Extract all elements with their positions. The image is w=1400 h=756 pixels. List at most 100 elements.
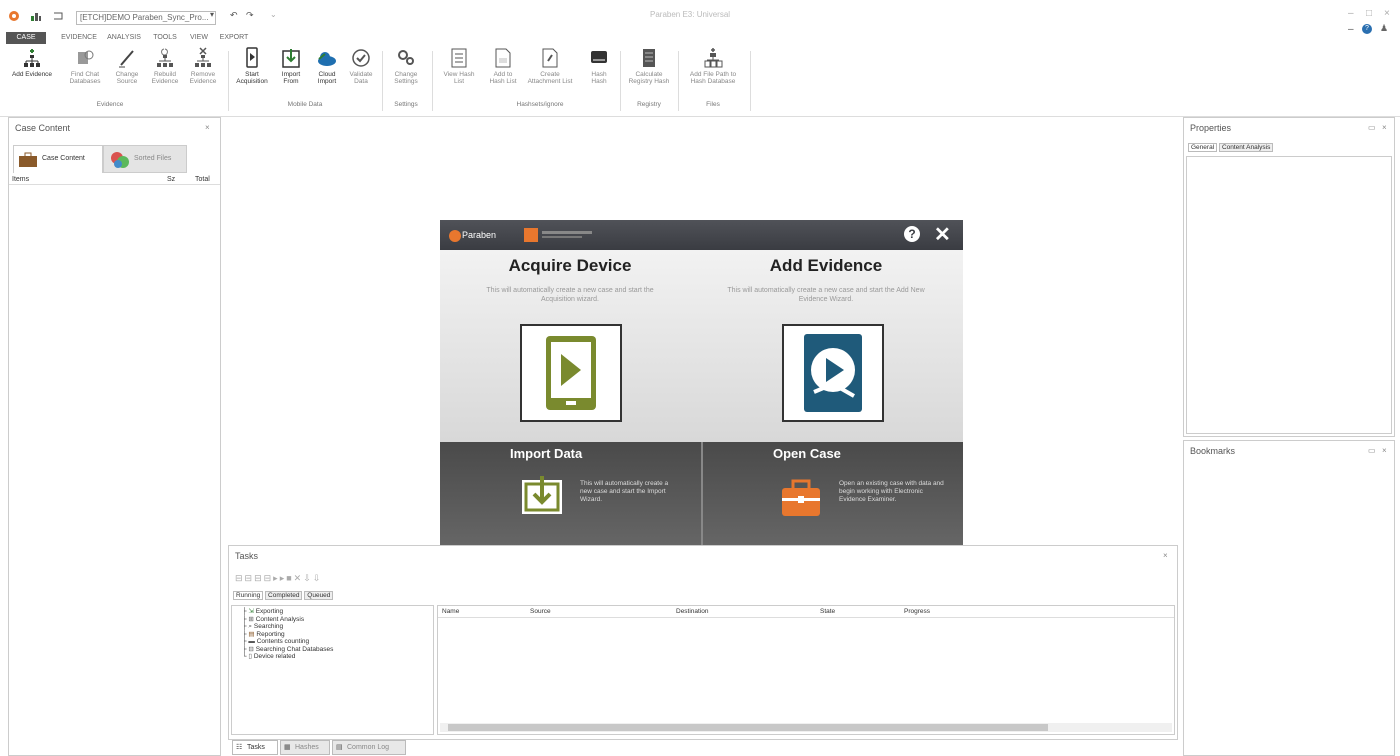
drive-icon — [591, 51, 607, 63]
acquire-device-title[interactable]: Acquire Device — [470, 256, 670, 276]
tree-item-searching-chat[interactable]: ├ ⊟ Searching Chat Databases — [242, 646, 433, 654]
tab-evidence[interactable]: EVIDENCE — [60, 32, 98, 44]
add-evidence-button[interactable]: Add Evidence — [6, 47, 58, 78]
cloud-icon — [318, 52, 336, 66]
subtab-completed[interactable]: Completed — [265, 591, 303, 600]
toolbar-pause-all-icon[interactable]: ⊟⊟⊟⊟ — [235, 573, 273, 583]
scrollbar-thumb[interactable] — [448, 724, 1048, 731]
bookmarks-close-icon[interactable]: × — [1382, 446, 1387, 455]
column-size[interactable]: Sz — [167, 176, 175, 183]
change-source-label: Change Source — [115, 71, 139, 85]
list-icon — [451, 48, 467, 68]
column-items[interactable]: Items — [12, 176, 29, 183]
tab-view[interactable]: VIEW — [186, 32, 212, 44]
tasks-table: Name Source Destination State Progress — [437, 605, 1175, 735]
minimize-button[interactable]: – — [1348, 8, 1354, 19]
cloud-import-label: Cloud Import — [317, 71, 337, 85]
import-from-button[interactable]: Import From — [276, 47, 306, 85]
dialog-header: Paraben ? ✕ — [440, 220, 963, 250]
calculate-registry-hash-button[interactable]: Calculate Registry Hash — [626, 47, 672, 85]
dropdown-arrow-icon[interactable]: ▾ — [210, 10, 222, 22]
remove-evidence-button[interactable]: Remove Evidence — [186, 47, 220, 85]
column-name[interactable]: Name — [442, 606, 459, 618]
group-label-hashsets: Hashsets/ignore — [516, 101, 564, 108]
toolbar-move-icon[interactable]: ⇩⇩ — [303, 573, 322, 583]
bookmarks-title: Bookmarks — [1190, 446, 1236, 456]
import-data-button[interactable]: Import Data This will automatically crea… — [440, 442, 701, 547]
forward-icon[interactable]: ↷ — [246, 10, 258, 22]
tab-sorted-files[interactable]: Sorted Files — [103, 145, 187, 173]
back-icon[interactable]: ↶ — [230, 10, 242, 22]
bottom-tab-common-log[interactable]: ▤ Common Log — [332, 740, 406, 755]
tree-item-content-analysis[interactable]: ├ ⊞ Content Analysis — [242, 616, 433, 624]
tree-item-device-related[interactable]: └ ▯ Device related — [242, 653, 433, 661]
start-acquisition-button[interactable]: Start Acquisition — [234, 47, 270, 85]
tab-general[interactable]: General — [1188, 143, 1218, 152]
validate-data-button[interactable]: Validate Data — [346, 47, 376, 85]
acquire-device-button[interactable] — [520, 324, 622, 422]
tab-tools[interactable]: TOOLS — [148, 32, 182, 44]
toolbar-stop-icon[interactable]: ■✕ — [286, 573, 303, 583]
dialog-bottom-area: Import Data This will automatically crea… — [440, 442, 963, 547]
case-selector[interactable]: [ETCH]DEMO Paraben_Sync_Pro... — [76, 11, 216, 25]
add-to-hash-list-button[interactable]: Add to Hash List — [486, 47, 520, 85]
add-evidence-dialog-button[interactable] — [782, 324, 884, 422]
dialog-close-icon[interactable]: ✕ — [934, 222, 951, 247]
export-icon: ⇲ — [248, 608, 254, 615]
undo-quick-icon[interactable] — [52, 10, 64, 22]
tree-item-contents-counting[interactable]: ├ ▬ Contents counting — [242, 638, 433, 646]
tasks-tab-icon: ☷ — [236, 744, 243, 751]
customize-quick-access-icon[interactable]: ⌄ — [270, 10, 282, 22]
tab-case-content[interactable]: Case Content — [13, 145, 103, 173]
bottom-tab-tasks[interactable]: ☷ Tasks — [232, 740, 278, 755]
add-file-path-label: Add File Path to Hash Database — [689, 71, 737, 85]
hashes-tab-icon: ▦ — [284, 744, 291, 751]
column-state[interactable]: State — [820, 606, 835, 618]
subtab-running[interactable]: Running — [233, 591, 264, 600]
open-case-title: Open Case — [773, 446, 841, 461]
rebuild-evidence-button[interactable]: Rebuild Evidence — [148, 47, 182, 85]
hash-hash-button[interactable]: Hash Hash — [584, 47, 614, 85]
ribbon-separator — [678, 51, 679, 111]
add-evidence-title[interactable]: Add Evidence — [726, 256, 926, 276]
view-hash-list-button[interactable]: View Hash List — [440, 47, 478, 85]
properties-pin-icon[interactable]: ▭ — [1368, 123, 1376, 132]
tab-sorted-files-label: Sorted Files — [134, 155, 172, 162]
tree-item-reporting[interactable]: ├ ▤ Reporting — [242, 631, 433, 639]
tab-export[interactable]: EXPORT — [216, 32, 252, 44]
attachment-icon — [542, 48, 558, 68]
bottom-tab-hashes[interactable]: ▦ Hashes — [280, 740, 330, 755]
open-case-button[interactable]: Open Case Open an existing case with dat… — [703, 442, 963, 547]
column-progress[interactable]: Progress — [904, 606, 930, 618]
maximize-button[interactable]: □ — [1366, 8, 1372, 19]
bookmarks-pin-icon[interactable]: ▭ — [1368, 446, 1376, 455]
column-destination[interactable]: Destination — [676, 606, 709, 618]
bottom-tabs: ☷ Tasks ▦ Hashes ▤ Common Log — [228, 740, 1178, 756]
add-to-hash-list-label: Add to Hash List — [489, 71, 517, 85]
horizontal-scrollbar[interactable] — [440, 723, 1172, 732]
subtab-queued[interactable]: Queued — [304, 591, 334, 600]
remove-evidence-label: Remove Evidence — [189, 71, 217, 85]
change-settings-button[interactable]: Change Settings — [388, 47, 424, 85]
add-file-path-button[interactable]: Add File Path to Hash Database — [684, 47, 742, 85]
add-evidence-quick-icon[interactable] — [30, 10, 42, 22]
close-button[interactable]: × — [1384, 8, 1390, 19]
column-source[interactable]: Source — [530, 606, 551, 618]
tree-item-exporting[interactable]: ├ ⇲ Exporting — [242, 608, 433, 616]
change-source-button[interactable]: Change Source — [110, 47, 144, 85]
tree-item-searching[interactable]: ├ ⌕ Searching — [242, 623, 433, 631]
toolbar-play-icon[interactable]: ▸▸ — [273, 573, 286, 583]
help-circle-icon[interactable]: ? — [904, 226, 920, 242]
tab-case[interactable]: CASE — [6, 32, 46, 44]
tasks-close-icon[interactable]: × — [1163, 551, 1168, 560]
cloud-import-button[interactable]: Cloud Import — [312, 47, 342, 85]
panel-close-icon[interactable]: × — [205, 123, 210, 132]
create-attachment-list-button[interactable]: Create Attachment List — [524, 47, 576, 85]
tab-analysis[interactable]: ANALYSIS — [104, 32, 144, 44]
properties-close-icon[interactable]: × — [1382, 123, 1387, 132]
app-logo-icon — [8, 10, 20, 22]
tab-content-analysis[interactable]: Content Analysis — [1218, 143, 1274, 152]
find-chat-databases-button[interactable]: Find Chat Databases — [66, 47, 104, 85]
analysis-icon: ⊞ — [248, 615, 254, 623]
column-total[interactable]: Total — [195, 176, 210, 183]
